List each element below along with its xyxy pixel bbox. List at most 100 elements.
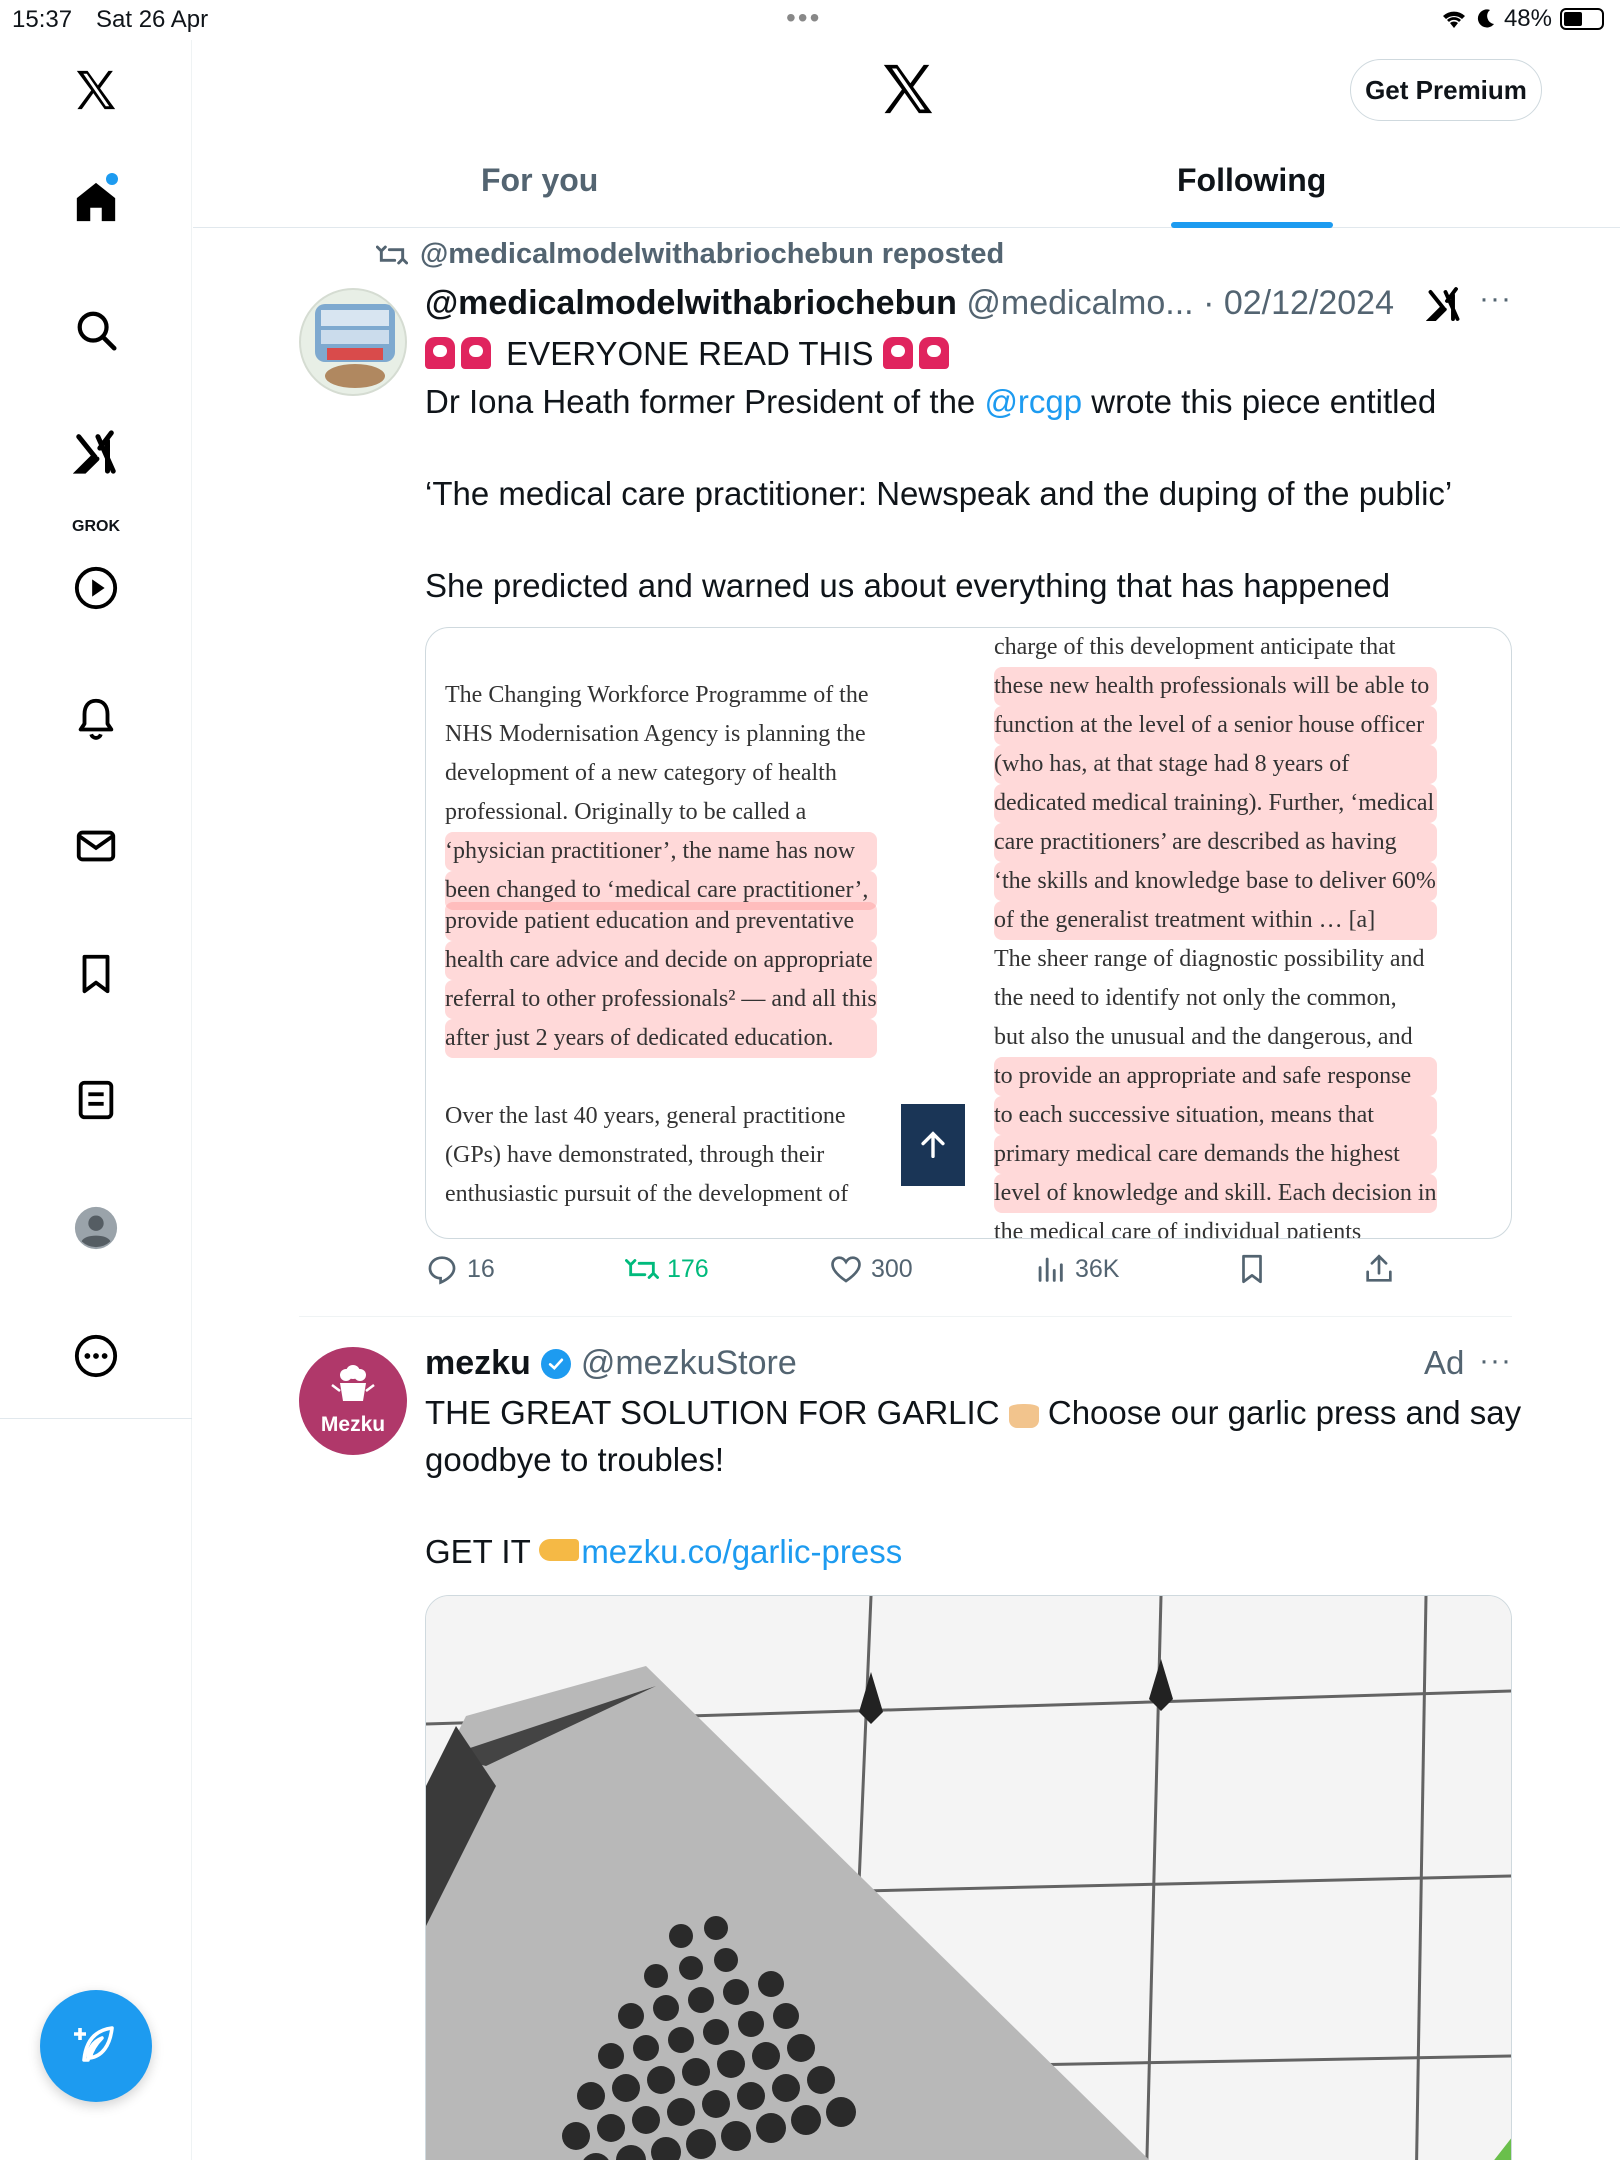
sidebar-divider xyxy=(0,1418,192,1419)
article-line: dedicated medical training). Further, ‘m… xyxy=(994,784,1437,823)
garlic-press-image xyxy=(426,1596,1511,2160)
mail-icon[interactable] xyxy=(66,816,126,876)
post-media-image[interactable]: The Changing Workforce Programme of the … xyxy=(425,627,1512,1239)
article-line: level of knowledge and skill. Each decis… xyxy=(994,1174,1437,1213)
more-options-icon[interactable]: ··· xyxy=(1479,1344,1512,1378)
ad-text-line: THE GREAT SOLUTION FOR GARLIC Choose our… xyxy=(425,1390,1521,1436)
chef-pot-icon xyxy=(331,1365,375,1401)
share-button[interactable] xyxy=(1362,1252,1396,1286)
scroll-up-button[interactable] xyxy=(901,1104,965,1186)
battery-icon xyxy=(1560,8,1604,30)
lists-icon[interactable] xyxy=(66,1070,126,1130)
tab-for-you[interactable]: For you xyxy=(481,162,598,199)
ad-label: Ad xyxy=(1424,1344,1465,1381)
search-icon[interactable] xyxy=(66,300,126,360)
post-separator xyxy=(299,1316,1512,1317)
article-line: development of a new category of health xyxy=(445,760,837,786)
mention-link[interactable]: @rcgp xyxy=(984,383,1082,420)
repost-icon xyxy=(625,1259,659,1279)
avatar[interactable]: Mezku xyxy=(299,1347,407,1455)
compose-button[interactable] xyxy=(40,1990,152,2102)
reply-button[interactable]: 16 xyxy=(425,1252,495,1286)
get-premium-button[interactable]: Get Premium xyxy=(1350,59,1542,121)
like-count: 300 xyxy=(871,1254,913,1283)
article-line: provide patient education and preventati… xyxy=(445,902,877,941)
article-line: the need to identify not only the common… xyxy=(994,985,1397,1011)
siren-emoji-icon xyxy=(425,337,455,369)
share-icon xyxy=(1366,1254,1392,1282)
ad-video[interactable] xyxy=(425,1595,1512,2160)
verified-icon xyxy=(540,1348,571,1379)
post-text-line: Dr Iona Heath former President of the @r… xyxy=(425,379,1436,425)
article-line: (GPs) have demonstrated, through their xyxy=(445,1142,825,1168)
advertiser-name[interactable]: mezku xyxy=(425,1344,531,1383)
avatar-text: Mezku xyxy=(320,1413,386,1436)
x-logo-icon[interactable] xyxy=(879,60,937,118)
author-handle[interactable]: @medicalmo... xyxy=(966,284,1193,322)
views-count: 36K xyxy=(1075,1254,1120,1283)
repost-button[interactable]: 176 xyxy=(625,1252,709,1286)
multitask-dots-icon[interactable]: ••• xyxy=(786,2,821,34)
post-header: @medicalmodelwithabriochebun @medicalmo.… xyxy=(425,284,1394,323)
article-line: referral to other professionals² — and a… xyxy=(445,980,877,1019)
x-logo-icon[interactable] xyxy=(66,60,126,120)
author-name[interactable]: @medicalmodelwithabriochebun xyxy=(425,284,957,322)
article-line: health care advice and decide on appropr… xyxy=(445,941,877,980)
bookmark-button[interactable] xyxy=(1235,1252,1269,1286)
post-text-line: EVERYONE READ THIS xyxy=(425,331,955,377)
grok-label: GROK xyxy=(72,518,120,535)
post-text-fragment: wrote this piece entitled xyxy=(1082,383,1437,420)
avatar[interactable] xyxy=(299,288,407,396)
more-icon[interactable] xyxy=(66,1326,126,1386)
tab-following[interactable]: Following xyxy=(1177,162,1326,199)
post-date[interactable]: · 02/12/2024 xyxy=(1203,284,1394,322)
article-left-column: The Changing Workforce Programme of the … xyxy=(445,676,877,1214)
article-line: professional. Originally to be called a xyxy=(445,799,807,825)
arrow-up-icon xyxy=(921,1131,945,1159)
article-line: primary medical care demands the highest xyxy=(994,1135,1437,1174)
article-line xyxy=(445,1058,877,1097)
repost-indicator[interactable]: @medicalmodelwithabriochebun reposted xyxy=(376,238,1004,271)
like-button[interactable]: 300 xyxy=(829,1252,913,1286)
notification-dot xyxy=(106,173,118,185)
ad-text-fragment: THE GREAT SOLUTION FOR GARLIC xyxy=(425,1394,1000,1431)
profile-icon[interactable] xyxy=(66,1198,126,1258)
article-line: (who has, at that stage had 8 years of xyxy=(994,745,1437,784)
article-line: these new health professionals will be a… xyxy=(994,667,1437,706)
post-text-line: She predicted and warned us about everyt… xyxy=(425,567,1391,604)
bookmark-icon[interactable] xyxy=(66,944,126,1004)
article-line: the medical care of individual patients xyxy=(994,1219,1362,1239)
repost-label: @medicalmodelwithabriochebun reposted xyxy=(420,238,1005,270)
pointing-hand-icon xyxy=(539,1539,580,1561)
video-icon[interactable] xyxy=(66,558,126,618)
bookmark-icon xyxy=(1242,1254,1262,1284)
views-icon xyxy=(1038,1257,1063,1282)
battery-percent: 48% xyxy=(1503,5,1552,32)
reply-icon xyxy=(428,1256,456,1285)
grok-icon[interactable] xyxy=(1426,286,1462,322)
status-right: 48% xyxy=(1440,5,1604,33)
active-tab-indicator xyxy=(1171,222,1333,228)
advertiser-handle[interactable]: @mezkuStore xyxy=(581,1344,797,1383)
like-icon xyxy=(831,1256,861,1283)
sidebar: GROK xyxy=(0,40,192,2160)
article-line: after just 2 years of dedicated educatio… xyxy=(445,1019,877,1058)
siren-emoji-icon xyxy=(918,337,949,369)
ad-text-fragment: Choose our garlic press and say xyxy=(1047,1394,1522,1431)
timeline-header: Get Premium For you Following xyxy=(193,40,1620,228)
ad-link[interactable]: mezku.co/garlic-press xyxy=(581,1533,902,1570)
chef-emoji-icon xyxy=(1008,1394,1039,1428)
views-button[interactable]: 36K xyxy=(1033,1252,1119,1286)
bell-icon[interactable] xyxy=(66,688,126,748)
article-line: enthusiastic pursuit of the development … xyxy=(445,1181,849,1207)
cta-text: GET IT xyxy=(425,1533,540,1570)
status-bar: 15:37 Sat 26 Apr ••• 48% xyxy=(0,0,1620,40)
siren-emoji-icon xyxy=(461,337,491,369)
article-line: NHS Modernisation Agency is planning the xyxy=(445,721,866,747)
more-options-icon[interactable]: ··· xyxy=(1479,282,1512,316)
grok-icon[interactable] xyxy=(66,422,126,482)
moon-icon xyxy=(1477,9,1494,28)
article-line: of the generalist treatment within … [a] xyxy=(994,901,1437,940)
repost-count: 176 xyxy=(667,1254,709,1283)
status-date: Sat 26 Apr xyxy=(96,6,209,33)
